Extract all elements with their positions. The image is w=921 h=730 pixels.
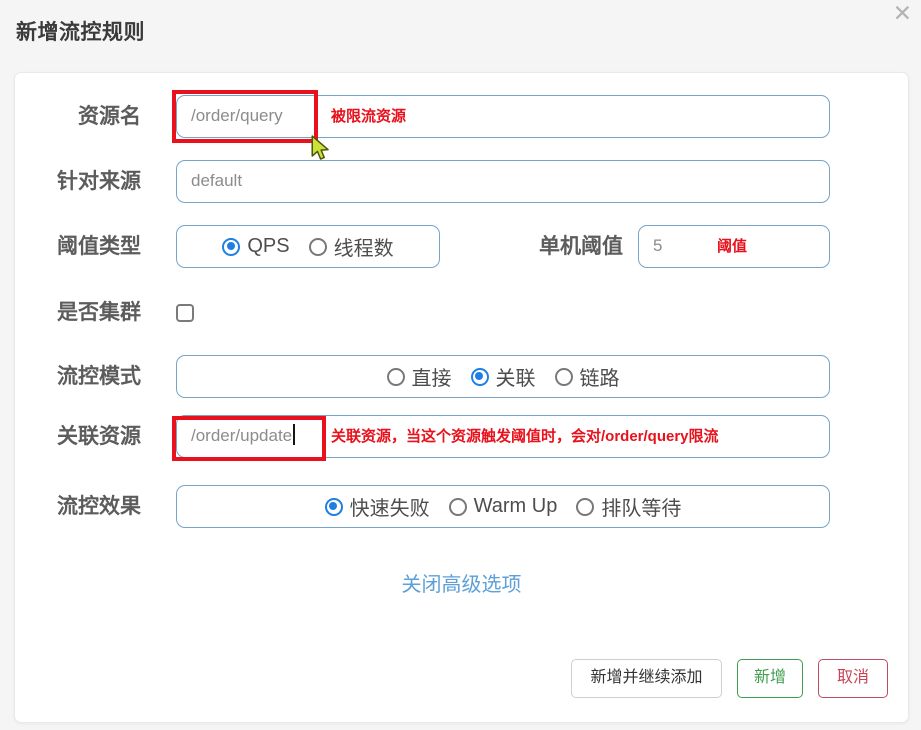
flow-effect-group: 快速失败 Warm Up 排队等待	[176, 485, 830, 528]
ref-resource-annotation: 关联资源，当这个资源触发阈值时，会对/order/query限流	[331, 415, 719, 458]
cluster-checkbox[interactable]	[176, 304, 194, 322]
origin-label: 针对来源	[15, 160, 141, 203]
radio-thread-count[interactable]: 线程数	[309, 232, 394, 261]
threshold-type-label: 阈值类型	[15, 225, 141, 268]
radio-relate-label: 关联	[496, 362, 536, 391]
radio-relate[interactable]: 关联	[471, 362, 536, 391]
ref-resource-label: 关联资源	[15, 415, 141, 458]
radio-chain-label: 链路	[580, 362, 620, 391]
flow-rule-form-card: 资源名 /order/query 被限流资源 针对来源 default 阈值类型…	[14, 72, 909, 723]
resource-name-value: /order/query	[177, 96, 283, 136]
radio-fail-fast[interactable]: 快速失败	[325, 492, 430, 521]
resource-name-input[interactable]: /order/query	[176, 95, 830, 138]
radio-direct-label: 直接	[412, 362, 452, 391]
threshold-type-group: QPS 线程数	[176, 225, 440, 268]
ref-resource-value: /order/update	[177, 416, 292, 456]
radio-thread-count-icon	[309, 238, 327, 256]
radio-warm-up[interactable]: Warm Up	[449, 495, 558, 518]
radio-direct[interactable]: 直接	[387, 362, 452, 391]
radio-warm-up-icon	[449, 498, 467, 516]
flow-effect-label: 流控效果	[15, 485, 141, 528]
threshold-annotation: 阈值	[717, 225, 747, 268]
radio-queue-label: 排队等待	[601, 492, 681, 521]
flow-mode-group: 直接 关联 链路	[176, 355, 830, 398]
cancel-button[interactable]: 取消	[818, 659, 888, 698]
radio-fail-fast-icon	[325, 498, 343, 516]
radio-queue[interactable]: 排队等待	[576, 492, 681, 521]
radio-qps-label: QPS	[247, 235, 289, 258]
radio-chain[interactable]: 链路	[555, 362, 620, 391]
cluster-label: 是否集群	[15, 294, 141, 332]
radio-warm-up-label: Warm Up	[474, 495, 558, 518]
origin-value: default	[177, 161, 242, 201]
radio-chain-icon	[555, 368, 573, 386]
add-and-continue-button[interactable]: 新增并继续添加	[571, 659, 722, 698]
close-icon[interactable]: ✕	[893, 0, 912, 26]
dialog-title: 新增流控规则	[16, 16, 145, 46]
radio-queue-icon	[576, 498, 594, 516]
add-button[interactable]: 新增	[737, 659, 803, 698]
radio-qps-icon	[222, 238, 240, 256]
page: { "dialog": { "title": "新增流控规则", "close_…	[0, 0, 921, 730]
radio-relate-icon	[471, 368, 489, 386]
resource-name-label: 资源名	[15, 95, 141, 138]
flow-mode-label: 流控模式	[15, 355, 141, 398]
text-caret	[293, 424, 295, 445]
radio-fail-fast-label: 快速失败	[350, 492, 430, 521]
machine-threshold-label: 单机阈值	[423, 225, 623, 268]
origin-input[interactable]: default	[176, 160, 830, 203]
resource-annotation: 被限流资源	[331, 95, 406, 138]
advanced-options-link[interactable]: 关闭高级选项	[15, 568, 908, 597]
radio-direct-icon	[387, 368, 405, 386]
radio-qps[interactable]: QPS	[222, 235, 289, 258]
machine-threshold-value: 5	[639, 226, 662, 266]
radio-thread-count-label: 线程数	[334, 232, 394, 261]
